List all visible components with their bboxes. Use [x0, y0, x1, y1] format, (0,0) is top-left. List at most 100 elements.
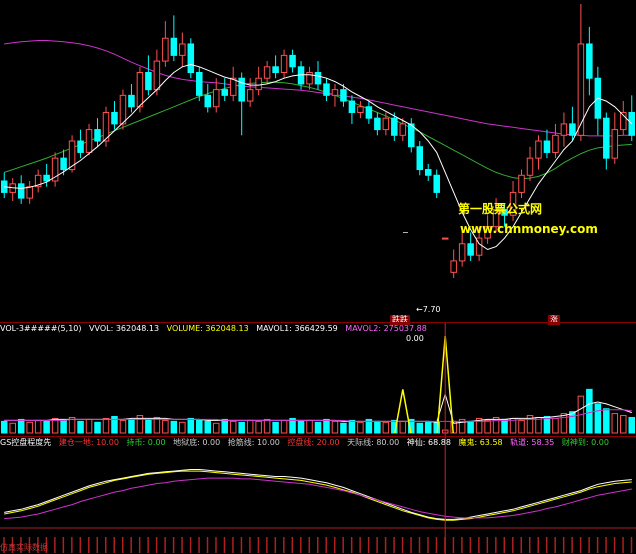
indicator-tick-bar [376, 537, 378, 553]
candle-up [518, 174, 525, 193]
indicator-tick-bar [554, 537, 556, 553]
indicator-tick-bar [62, 537, 65, 553]
watermark-cn: 第一股票公式网 [458, 202, 543, 216]
candle-up [611, 129, 619, 159]
candle-down [569, 123, 576, 136]
candle-down [543, 140, 551, 153]
footer-label: 仿真实际数据 [0, 543, 48, 552]
indicator-tick-bar [359, 537, 361, 553]
candle-down [145, 72, 152, 91]
ind-i6: 天际线: 80.00 [347, 438, 400, 447]
volume-bar [34, 419, 42, 434]
indicator-tick-bar [452, 537, 455, 553]
indicator-tick-bar [223, 537, 226, 553]
indicator-tick-bar [155, 537, 158, 553]
indicator-tick-bar [418, 537, 421, 553]
candle-up [179, 43, 186, 56]
volume-bar [94, 421, 101, 434]
vol-name: VOL-3#####(5,10) [0, 324, 82, 333]
indicator-tick-bar [189, 537, 192, 553]
volume-bar [620, 415, 627, 434]
ind-i9: 轨道: 58.35 [510, 438, 555, 447]
stock-chart-window: 第一股票公式网 www.chnmoney.com ←7.70 − 跌跌 涨 VO… [0, 0, 636, 554]
indicator-tick-bar [478, 537, 480, 553]
indicator-tick-bar [181, 537, 183, 553]
volume-bar [594, 403, 602, 434]
candle-down [272, 66, 279, 74]
candle-up [263, 66, 271, 79]
vol-volume: VOLUME: 362048.13 [166, 324, 249, 333]
indicator-tick-bar [537, 537, 539, 553]
ind-i5: 控盘线: 20.00 [287, 438, 340, 447]
indicator-tick-bar [113, 537, 115, 553]
indicator-tick-bar [342, 537, 344, 553]
candle-up [229, 77, 237, 96]
candle-down [433, 174, 440, 193]
volume-bar [424, 420, 432, 434]
indicator-tick-bar [198, 537, 200, 553]
candle-down [314, 72, 322, 85]
volume-bar [374, 420, 381, 434]
volume-bar [17, 418, 25, 434]
candle-up [153, 60, 161, 91]
volume-bar [340, 422, 347, 434]
candle-up [399, 123, 407, 136]
dash-marker: − [402, 228, 409, 237]
vol-spike-value: 0.00 [406, 334, 424, 343]
indicator-tick-bar [79, 537, 82, 553]
candle-down [348, 100, 356, 113]
volume-bar [323, 418, 330, 434]
volume-bar [221, 418, 228, 434]
candle-down [586, 43, 593, 79]
indicator-tick-bar [588, 537, 590, 553]
indicator-tick-bar [105, 537, 107, 553]
volume-bar [162, 419, 169, 434]
candle-down [391, 117, 398, 136]
ind-i2: 持币: 0.00 [126, 438, 166, 447]
candle-down [128, 94, 135, 108]
volume-bar [246, 419, 254, 434]
indicator-tick-bar [147, 537, 149, 553]
volume-bar [569, 411, 576, 434]
candle-down [43, 174, 50, 182]
candle-down [94, 129, 101, 142]
volume-bar [9, 422, 16, 434]
indicator-tick-bar [232, 537, 234, 553]
candle-down [408, 123, 415, 148]
candle-down [323, 83, 330, 96]
volume-bar [314, 421, 322, 434]
candle-down [170, 37, 178, 56]
candle-up [26, 186, 33, 199]
candle-up [331, 89, 339, 96]
volume-bar [212, 422, 220, 434]
indicator-header: GS控盘程度先 建仓一地: 10.00 持币: 0.00 地狱底: 0.00 抢… [0, 437, 614, 449]
candle-up [441, 237, 449, 240]
volume-bar [382, 421, 390, 434]
candle-down [187, 43, 195, 74]
indicator-tick-bar [579, 537, 582, 553]
indicator-tick-bar [562, 537, 565, 553]
volume-bar [611, 413, 619, 434]
volume-bar [628, 416, 636, 434]
volume-bar [128, 418, 135, 434]
low-price-label: ←7.70 [416, 305, 441, 314]
candle-down [424, 169, 432, 176]
indicator-tick-bar [172, 537, 175, 553]
ind-i10: 财神到: 0.00 [561, 438, 609, 447]
candle-up [280, 54, 288, 74]
volume-bar [348, 419, 356, 434]
candle-up [306, 72, 313, 85]
indicator-tick-bar [622, 537, 624, 553]
indicator-tick-bar [206, 537, 209, 553]
ind-i3: 地狱底: 0.00 [173, 438, 221, 447]
indicator-tick-bar [240, 537, 243, 553]
volume-bar [297, 420, 305, 434]
candle-up [162, 37, 169, 62]
indicator-tick-bar [130, 537, 132, 553]
candle-down [196, 72, 203, 96]
candle-up [255, 77, 262, 91]
indicator-tick-bar [367, 537, 370, 553]
candle-up [526, 157, 534, 176]
indicator-tick-bar [503, 537, 506, 553]
volume-bar [306, 419, 313, 434]
